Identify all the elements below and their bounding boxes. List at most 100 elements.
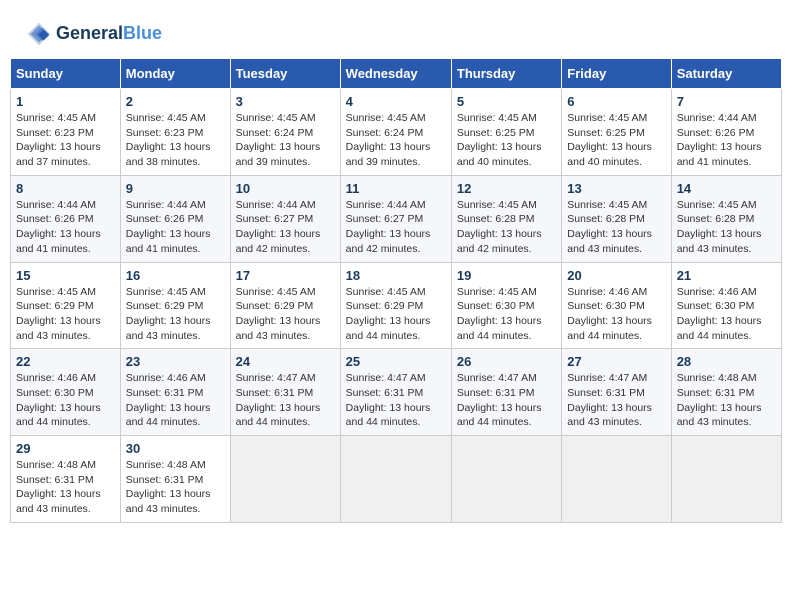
day-info: Sunrise: 4:45 AMSunset: 6:23 PMDaylight:… <box>16 111 115 170</box>
weekday-header-row: SundayMondayTuesdayWednesdayThursdayFrid… <box>11 59 782 89</box>
day-info: Sunrise: 4:45 AMSunset: 6:29 PMDaylight:… <box>16 285 115 344</box>
calendar-day-5: 5Sunrise: 4:45 AMSunset: 6:25 PMDaylight… <box>451 89 561 176</box>
day-info: Sunrise: 4:46 AMSunset: 6:30 PMDaylight:… <box>677 285 776 344</box>
day-info: Sunrise: 4:45 AMSunset: 6:28 PMDaylight:… <box>457 198 556 257</box>
day-number: 27 <box>567 354 665 369</box>
calendar-day-13: 13 Sunrise: 4:45 AMSunset: 6:28 PMDayligh… <box>562 175 671 262</box>
day-info: Sunrise: 4:45 AMSunset: 6:29 PMDaylight:… <box>346 285 446 344</box>
calendar-day-12: 12 Sunrise: 4:45 AMSunset: 6:28 PMDayligh… <box>451 175 561 262</box>
day-number: 29 <box>16 441 115 456</box>
day-number: 13 <box>567 181 665 196</box>
day-info: Sunrise: 4:45 AMSunset: 6:23 PMDaylight:… <box>126 111 225 170</box>
calendar-day-20: 20 Sunrise: 4:46 AMSunset: 6:30 PMDayligh… <box>562 262 671 349</box>
weekday-header-friday: Friday <box>562 59 671 89</box>
empty-cell <box>671 436 781 523</box>
empty-cell <box>340 436 451 523</box>
calendar-day-14: 14 Sunrise: 4:45 AMSunset: 6:28 PMDayligh… <box>671 175 781 262</box>
day-number: 12 <box>457 181 556 196</box>
day-number: 25 <box>346 354 446 369</box>
day-number: 2 <box>126 94 225 109</box>
day-number: 26 <box>457 354 556 369</box>
day-number: 15 <box>16 268 115 283</box>
weekday-header-wednesday: Wednesday <box>340 59 451 89</box>
calendar-day-8: 8Sunrise: 4:44 AMSunset: 6:26 PMDaylight… <box>11 175 121 262</box>
empty-cell <box>230 436 340 523</box>
calendar-week-3: 15 Sunrise: 4:45 AMSunset: 6:29 PMDayligh… <box>11 262 782 349</box>
day-number: 18 <box>346 268 446 283</box>
day-number: 10 <box>236 181 335 196</box>
calendar-day-23: 23Sunrise: 4:46 AMSunset: 6:31 PMDayligh… <box>120 349 230 436</box>
day-info: Sunrise: 4:44 AMSunset: 6:26 PMDaylight:… <box>677 111 776 170</box>
calendar-day-16: 16Sunrise: 4:45 AMSunset: 6:29 PMDayligh… <box>120 262 230 349</box>
calendar-day-6: 6 Sunrise: 4:45 AMSunset: 6:25 PMDaylight… <box>562 89 671 176</box>
day-info: Sunrise: 4:47 AMSunset: 6:31 PMDaylight:… <box>236 371 335 430</box>
day-info: Sunrise: 4:44 AMSunset: 6:27 PMDaylight:… <box>346 198 446 257</box>
day-number: 20 <box>567 268 665 283</box>
day-info: Sunrise: 4:45 AMSunset: 6:29 PMDaylight:… <box>236 285 335 344</box>
calendar-day-29: 29 Sunrise: 4:48 AMSunset: 6:31 PMDayligh… <box>11 436 121 523</box>
logo: GeneralBlue <box>25 20 162 48</box>
calendar-table: SundayMondayTuesdayWednesdayThursdayFrid… <box>10 58 782 523</box>
day-info: Sunrise: 4:44 AMSunset: 6:26 PMDaylight:… <box>16 198 115 257</box>
logo-icon <box>25 20 53 48</box>
empty-cell <box>562 436 671 523</box>
calendar-week-4: 22 Sunrise: 4:46 AMSunset: 6:30 PMDayligh… <box>11 349 782 436</box>
day-number: 6 <box>567 94 665 109</box>
calendar-day-18: 18 Sunrise: 4:45 AMSunset: 6:29 PMDayligh… <box>340 262 451 349</box>
day-number: 14 <box>677 181 776 196</box>
day-info: Sunrise: 4:48 AMSunset: 6:31 PMDaylight:… <box>677 371 776 430</box>
calendar-day-22: 22 Sunrise: 4:46 AMSunset: 6:30 PMDayligh… <box>11 349 121 436</box>
day-number: 30 <box>126 441 225 456</box>
calendar-day-11: 11 Sunrise: 4:44 AMSunset: 6:27 PMDayligh… <box>340 175 451 262</box>
logo-text: GeneralBlue <box>56 24 162 44</box>
weekday-header-monday: Monday <box>120 59 230 89</box>
day-number: 19 <box>457 268 556 283</box>
day-number: 17 <box>236 268 335 283</box>
day-number: 4 <box>346 94 446 109</box>
day-number: 22 <box>16 354 115 369</box>
calendar-day-21: 21 Sunrise: 4:46 AMSunset: 6:30 PMDayligh… <box>671 262 781 349</box>
day-info: Sunrise: 4:48 AMSunset: 6:31 PMDaylight:… <box>16 458 115 517</box>
day-info: Sunrise: 4:45 AMSunset: 6:30 PMDaylight:… <box>457 285 556 344</box>
day-number: 24 <box>236 354 335 369</box>
day-info: Sunrise: 4:45 AMSunset: 6:24 PMDaylight:… <box>236 111 335 170</box>
calendar-day-27: 27 Sunrise: 4:47 AMSunset: 6:31 PMDayligh… <box>562 349 671 436</box>
day-number: 7 <box>677 94 776 109</box>
calendar-day-17: 17 Sunrise: 4:45 AMSunset: 6:29 PMDayligh… <box>230 262 340 349</box>
calendar-week-2: 8Sunrise: 4:44 AMSunset: 6:26 PMDaylight… <box>11 175 782 262</box>
calendar-day-30: 30 Sunrise: 4:48 AMSunset: 6:31 PMDayligh… <box>120 436 230 523</box>
day-info: Sunrise: 4:44 AMSunset: 6:26 PMDaylight:… <box>126 198 225 257</box>
day-number: 9 <box>126 181 225 196</box>
day-info: Sunrise: 4:46 AMSunset: 6:30 PMDaylight:… <box>567 285 665 344</box>
day-info: Sunrise: 4:45 AMSunset: 6:24 PMDaylight:… <box>346 111 446 170</box>
calendar-day-19: 19 Sunrise: 4:45 AMSunset: 6:30 PMDayligh… <box>451 262 561 349</box>
weekday-header-thursday: Thursday <box>451 59 561 89</box>
weekday-header-tuesday: Tuesday <box>230 59 340 89</box>
calendar-day-25: 25 Sunrise: 4:47 AMSunset: 6:31 PMDayligh… <box>340 349 451 436</box>
day-number: 21 <box>677 268 776 283</box>
day-number: 5 <box>457 94 556 109</box>
day-info: Sunrise: 4:46 AMSunset: 6:31 PMDaylight:… <box>126 371 225 430</box>
day-info: Sunrise: 4:45 AMSunset: 6:25 PMDaylight:… <box>567 111 665 170</box>
day-info: Sunrise: 4:44 AMSunset: 6:27 PMDaylight:… <box>236 198 335 257</box>
calendar-day-10: 10 Sunrise: 4:44 AMSunset: 6:27 PMDayligh… <box>230 175 340 262</box>
calendar-day-9: 9 Sunrise: 4:44 AMSunset: 6:26 PMDaylight… <box>120 175 230 262</box>
day-number: 1 <box>16 94 115 109</box>
day-info: Sunrise: 4:47 AMSunset: 6:31 PMDaylight:… <box>346 371 446 430</box>
calendar-day-7: 7 Sunrise: 4:44 AMSunset: 6:26 PMDaylight… <box>671 89 781 176</box>
calendar-day-15: 15 Sunrise: 4:45 AMSunset: 6:29 PMDayligh… <box>11 262 121 349</box>
day-info: Sunrise: 4:45 AMSunset: 6:28 PMDaylight:… <box>567 198 665 257</box>
page-header: GeneralBlue <box>10 10 782 53</box>
calendar-day-4: 4 Sunrise: 4:45 AMSunset: 6:24 PMDaylight… <box>340 89 451 176</box>
day-info: Sunrise: 4:47 AMSunset: 6:31 PMDaylight:… <box>567 371 665 430</box>
calendar-day-28: 28 Sunrise: 4:48 AMSunset: 6:31 PMDayligh… <box>671 349 781 436</box>
day-number: 11 <box>346 181 446 196</box>
day-info: Sunrise: 4:48 AMSunset: 6:31 PMDaylight:… <box>126 458 225 517</box>
calendar-day-24: 24 Sunrise: 4:47 AMSunset: 6:31 PMDayligh… <box>230 349 340 436</box>
calendar-body: 1 Sunrise: 4:45 AMSunset: 6:23 PMDaylight… <box>11 89 782 523</box>
day-info: Sunrise: 4:46 AMSunset: 6:30 PMDaylight:… <box>16 371 115 430</box>
day-number: 28 <box>677 354 776 369</box>
empty-cell <box>451 436 561 523</box>
day-number: 3 <box>236 94 335 109</box>
day-info: Sunrise: 4:45 AMSunset: 6:28 PMDaylight:… <box>677 198 776 257</box>
